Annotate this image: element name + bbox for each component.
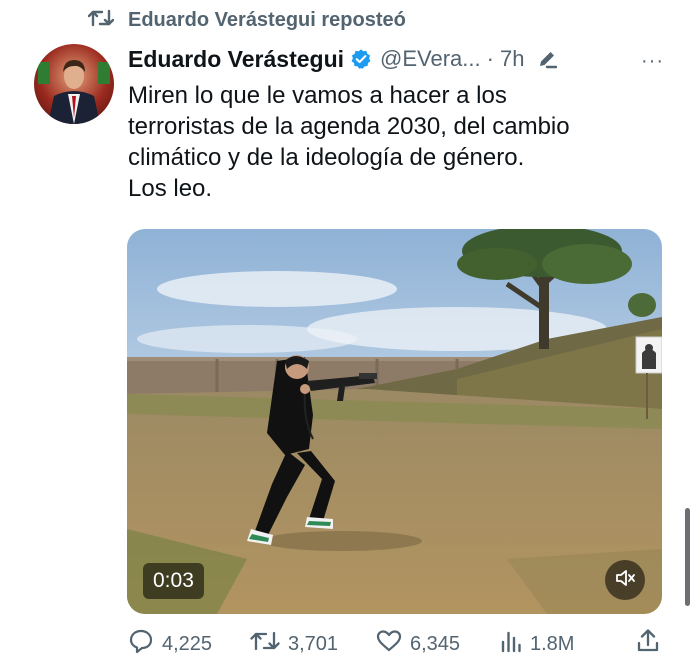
- share-icon: [636, 628, 660, 660]
- video-player[interactable]: [127, 229, 662, 614]
- repost-count: 3,701: [288, 632, 339, 655]
- tweet-line: climático y de la ideología de género.: [128, 144, 525, 171]
- tweet-line: Los leo.: [128, 175, 213, 202]
- tweet-time[interactable]: 7h: [500, 46, 524, 72]
- author-handle[interactable]: @EVera...: [380, 46, 481, 72]
- video-frame: [127, 229, 662, 614]
- more-options-icon[interactable]: ···: [641, 50, 664, 73]
- repost-indicator[interactable]: Eduardo Verástegui reposteó: [87, 6, 406, 34]
- scrollbar[interactable]: [685, 508, 690, 606]
- views-button[interactable]: 1.8M: [500, 626, 574, 662]
- views-chart-icon: [500, 629, 522, 659]
- tweet-header: Eduardo Verástegui @EVera... · 7h: [128, 42, 688, 76]
- tweet-text: Miren lo que le vamos a hacer a los terr…: [128, 80, 668, 204]
- mute-button[interactable]: [605, 560, 645, 600]
- views-count: 1.8M: [530, 632, 575, 655]
- repost-icon: [250, 629, 280, 659]
- heart-icon: [376, 629, 402, 659]
- verified-badge-icon: [350, 48, 372, 70]
- video-timestamp: 0:03: [143, 563, 204, 599]
- reply-count: 4,225: [162, 632, 213, 655]
- edited-pencil-icon: [536, 48, 558, 70]
- separator-dot: ·: [486, 46, 494, 71]
- repost-icon: [87, 8, 115, 33]
- repost-button[interactable]: 3,701: [250, 626, 338, 662]
- action-bar: 4,225 3,701 6,345 1.8M: [128, 626, 668, 662]
- reply-icon: [128, 628, 154, 660]
- tweet-line: Miren lo que le vamos a hacer a los: [128, 82, 507, 109]
- avatar[interactable]: [34, 44, 114, 124]
- reply-button[interactable]: 4,225: [128, 626, 212, 662]
- like-count: 6,345: [410, 632, 461, 655]
- like-button[interactable]: 6,345: [376, 626, 460, 662]
- author-name[interactable]: Eduardo Verástegui: [128, 46, 344, 73]
- repost-label: Eduardo Verástegui reposteó: [128, 8, 406, 31]
- tweet-line: terroristas de la agenda 2030, del cambi…: [128, 113, 570, 140]
- mute-icon: [614, 567, 636, 594]
- share-button[interactable]: [636, 626, 660, 662]
